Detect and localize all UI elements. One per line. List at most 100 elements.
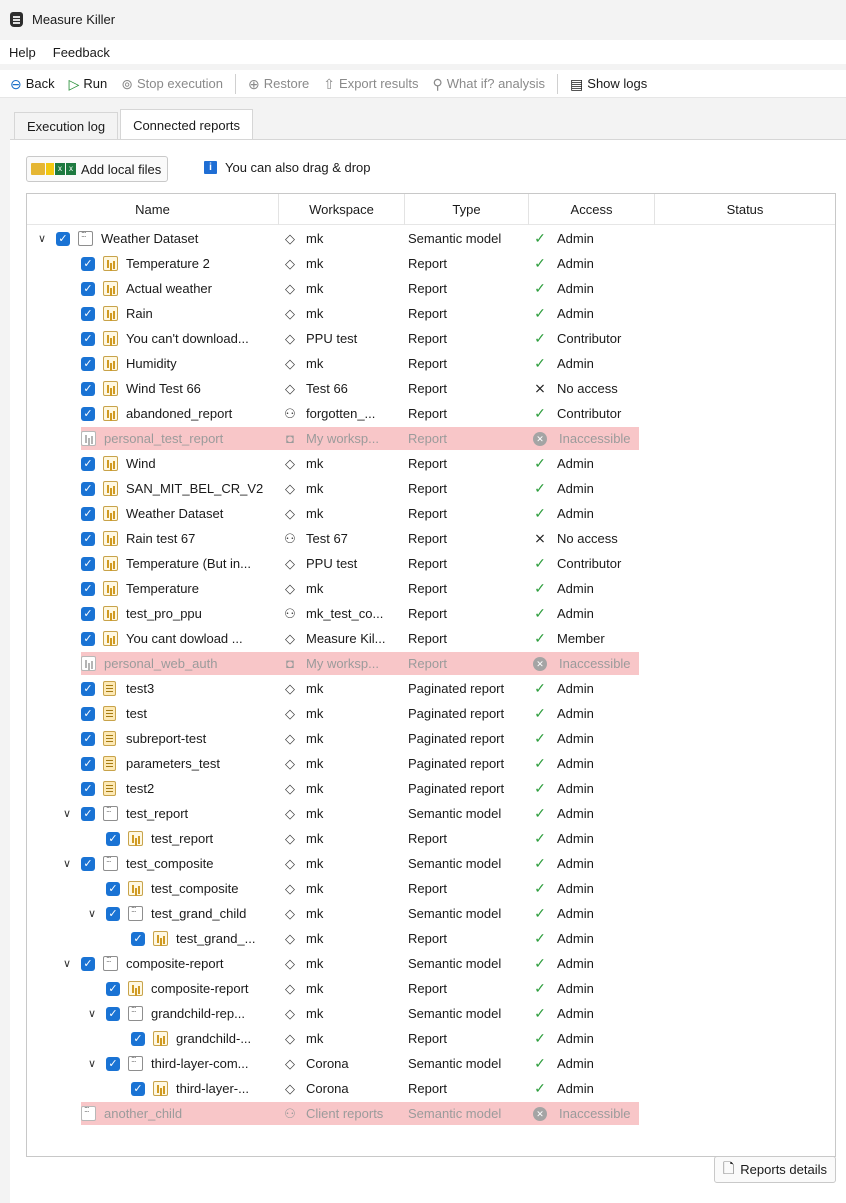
- column-header-status[interactable]: Status: [655, 194, 835, 225]
- row-checkbox[interactable]: ✓: [106, 881, 120, 896]
- back-button[interactable]: ⊖ Back: [10, 76, 55, 91]
- chevron-down-icon[interactable]: ∨: [35, 232, 49, 245]
- table-row[interactable]: ✓ subreport-test ◇ mk Paginated report ✓ Admin: [27, 726, 835, 751]
- row-checkbox[interactable]: ✓: [131, 1081, 145, 1096]
- row-checkbox[interactable]: ✓: [106, 906, 120, 921]
- table-row[interactable]: ✓ SAN_MIT_BEL_CR_V2 ◇ mk Report ✓ Admin: [27, 476, 835, 501]
- table-row[interactable]: personal_test_report ◘ My worksp... Report ✕…: [27, 426, 835, 451]
- chevron-down-icon[interactable]: ∨: [85, 1057, 99, 1070]
- table-row[interactable]: ✓ You cant dowload ... ◇ Measure Kil... Repo…: [27, 626, 835, 651]
- table-row[interactable]: ✓ Weather Dataset ◇ mk Report ✓ Admin: [27, 501, 835, 526]
- row-checkbox[interactable]: ✓: [81, 706, 95, 721]
- access-cell: ✓ Admin: [531, 501, 657, 526]
- export-results-button[interactable]: ⇧ Export results: [323, 76, 418, 91]
- what-if-analysis-button[interactable]: ⚲ What if? analysis: [433, 76, 546, 91]
- row-checkbox[interactable]: ✓: [81, 956, 95, 971]
- show-logs-button[interactable]: ▤ Show logs: [570, 76, 647, 91]
- row-checkbox[interactable]: ✓: [81, 681, 95, 696]
- reports-details-button[interactable]: 🗋 Reports details: [714, 1156, 836, 1183]
- row-checkbox[interactable]: ✓: [81, 631, 95, 646]
- table-row[interactable]: ∨ ✓ grandchild-rep... ◇ mk Semantic model ✓ Adm…: [27, 1001, 835, 1026]
- table-row[interactable]: ✓ Humidity ◇ mk Report ✓ Admin: [27, 351, 835, 376]
- name-cell: ✓ Temperature 2: [27, 251, 279, 276]
- chevron-down-icon[interactable]: ∨: [85, 1007, 99, 1020]
- table-row[interactable]: ✓ test2 ◇ mk Paginated report ✓ Admin: [27, 776, 835, 801]
- row-checkbox[interactable]: ✓: [81, 781, 95, 796]
- table-row[interactable]: ✓ test_pro_ppu ⚇ mk_test_co... Report ✓ Admin: [27, 601, 835, 626]
- row-checkbox[interactable]: ✓: [131, 931, 145, 946]
- run-button[interactable]: ▷ Run: [69, 76, 108, 91]
- row-checkbox[interactable]: ✓: [81, 356, 95, 371]
- row-checkbox[interactable]: ✓: [106, 981, 120, 996]
- table-row[interactable]: ∨ ✓ Weather Dataset ◇ mk Semantic model ✓ Admin: [27, 226, 835, 251]
- row-checkbox[interactable]: ✓: [81, 331, 95, 346]
- stop-execution-button[interactable]: ⊚ Stop execution: [121, 76, 223, 91]
- table-row[interactable]: ✓ Wind ◇ mk Report ✓ Admin: [27, 451, 835, 476]
- row-checkbox[interactable]: ✓: [81, 731, 95, 746]
- row-checkbox[interactable]: ✓: [81, 281, 95, 296]
- row-checkbox[interactable]: ✓: [81, 481, 95, 496]
- table-row[interactable]: ∨ ✓ composite-report ◇ mk Semantic model ✓ Admi…: [27, 951, 835, 976]
- table-row[interactable]: ∨ ✓ test_composite ◇ mk Semantic model ✓ Admin: [27, 851, 835, 876]
- menu-feedback[interactable]: Feedback: [53, 45, 110, 60]
- table-row[interactable]: ✓ test_report ◇ mk Report ✓ Admin: [27, 826, 835, 851]
- table-row[interactable]: ✓ Rain ◇ mk Report ✓ Admin: [27, 301, 835, 326]
- column-header-workspace[interactable]: Workspace: [279, 194, 405, 225]
- row-checkbox[interactable]: ✓: [81, 456, 95, 471]
- row-checkbox[interactable]: ✓: [106, 1006, 120, 1021]
- name-cell: ✓ test_report: [27, 826, 279, 851]
- table-row[interactable]: ∨ ✓ test_grand_child ◇ mk Semantic model ✓ Admi…: [27, 901, 835, 926]
- add-local-files-button[interactable]: x x Add local files: [26, 156, 169, 182]
- row-checkbox[interactable]: ✓: [81, 806, 95, 821]
- table-row[interactable]: ∨ ✓ test_report ◇ mk Semantic model ✓ Admin: [27, 801, 835, 826]
- tab-connected-reports[interactable]: Connected reports: [120, 109, 254, 140]
- row-checkbox[interactable]: ✓: [81, 581, 95, 596]
- chevron-down-icon[interactable]: ∨: [60, 807, 74, 820]
- table-row[interactable]: ✓ test_composite ◇ mk Report ✓ Admin: [27, 876, 835, 901]
- chevron-down-icon[interactable]: ∨: [60, 957, 74, 970]
- column-header-name[interactable]: Name: [27, 194, 279, 225]
- row-checkbox[interactable]: ✓: [81, 406, 95, 421]
- user-check-icon: ✓: [534, 1030, 546, 1046]
- table-row[interactable]: ✓ Rain test 67 ⚇ Test 67 Report ⨯ No access: [27, 526, 835, 551]
- table-row[interactable]: ✓ Temperature 2 ◇ mk Report ✓ Admin: [27, 251, 835, 276]
- table-row[interactable]: ✓ parameters_test ◇ mk Paginated report ✓ Admi…: [27, 751, 835, 776]
- table-row[interactable]: ✓ Actual weather ◇ mk Report ✓ Admin: [27, 276, 835, 301]
- chevron-down-icon[interactable]: ∨: [60, 857, 74, 870]
- menu-help[interactable]: Help: [9, 45, 36, 60]
- table-row[interactable]: ∨ ✓ third-layer-com... ◇ Corona Semantic mode…: [27, 1051, 835, 1076]
- row-checkbox[interactable]: ✓: [81, 606, 95, 621]
- table-row[interactable]: ✓ test ◇ mk Paginated report ✓ Admin: [27, 701, 835, 726]
- row-checkbox[interactable]: ✓: [81, 256, 95, 271]
- table-row[interactable]: ✓ abandoned_report ⚇ forgotten_... Report ✓ Co…: [27, 401, 835, 426]
- row-checkbox[interactable]: ✓: [81, 556, 95, 571]
- table-row[interactable]: personal_web_auth ◘ My worksp... Report ✕ Ina…: [27, 651, 835, 676]
- row-checkbox[interactable]: ✓: [106, 831, 120, 846]
- table-row[interactable]: ✓ test3 ◇ mk Paginated report ✓ Admin: [27, 676, 835, 701]
- type-cell: Report: [408, 531, 448, 546]
- table-row[interactable]: ✓ composite-report ◇ mk Report ✓ Admin: [27, 976, 835, 1001]
- row-checkbox[interactable]: ✓: [81, 381, 95, 396]
- table-row[interactable]: ✓ test_grand_... ◇ mk Report ✓ Admin: [27, 926, 835, 951]
- row-checkbox[interactable]: ✓: [81, 531, 95, 546]
- table-row[interactable]: ✓ You can't download... ◇ PPU test Report ✓ Co…: [27, 326, 835, 351]
- row-checkbox[interactable]: ✓: [81, 506, 95, 521]
- tab-execution-log[interactable]: Execution log: [14, 112, 119, 140]
- table-row[interactable]: ✓ Temperature ◇ mk Report ✓ Admin: [27, 576, 835, 601]
- row-checkbox[interactable]: ✓: [81, 306, 95, 321]
- table-row[interactable]: ✓ Temperature (But in... ◇ PPU test Report ✓ C…: [27, 551, 835, 576]
- row-checkbox[interactable]: ✓: [131, 1031, 145, 1046]
- row-checkbox[interactable]: ✓: [106, 1056, 120, 1071]
- access-label: Admin: [557, 806, 594, 821]
- table-row[interactable]: ✓ grandchild-... ◇ mk Report ✓ Admin: [27, 1026, 835, 1051]
- table-row[interactable]: ✓ Wind Test 66 ◇ Test 66 Report ⨯ No access: [27, 376, 835, 401]
- row-checkbox[interactable]: ✓: [56, 231, 70, 246]
- chevron-down-icon[interactable]: ∨: [85, 907, 99, 920]
- column-header-access[interactable]: Access: [529, 194, 655, 225]
- row-checkbox[interactable]: ✓: [81, 756, 95, 771]
- table-row[interactable]: another_child ⚇ Client reports Semantic mod…: [27, 1101, 835, 1126]
- restore-button[interactable]: ⊕ Restore: [248, 76, 309, 91]
- table-row[interactable]: ✓ third-layer-... ◇ Corona Report ✓ Admin: [27, 1076, 835, 1101]
- row-checkbox[interactable]: ✓: [81, 856, 95, 871]
- column-header-type[interactable]: Type: [405, 194, 529, 225]
